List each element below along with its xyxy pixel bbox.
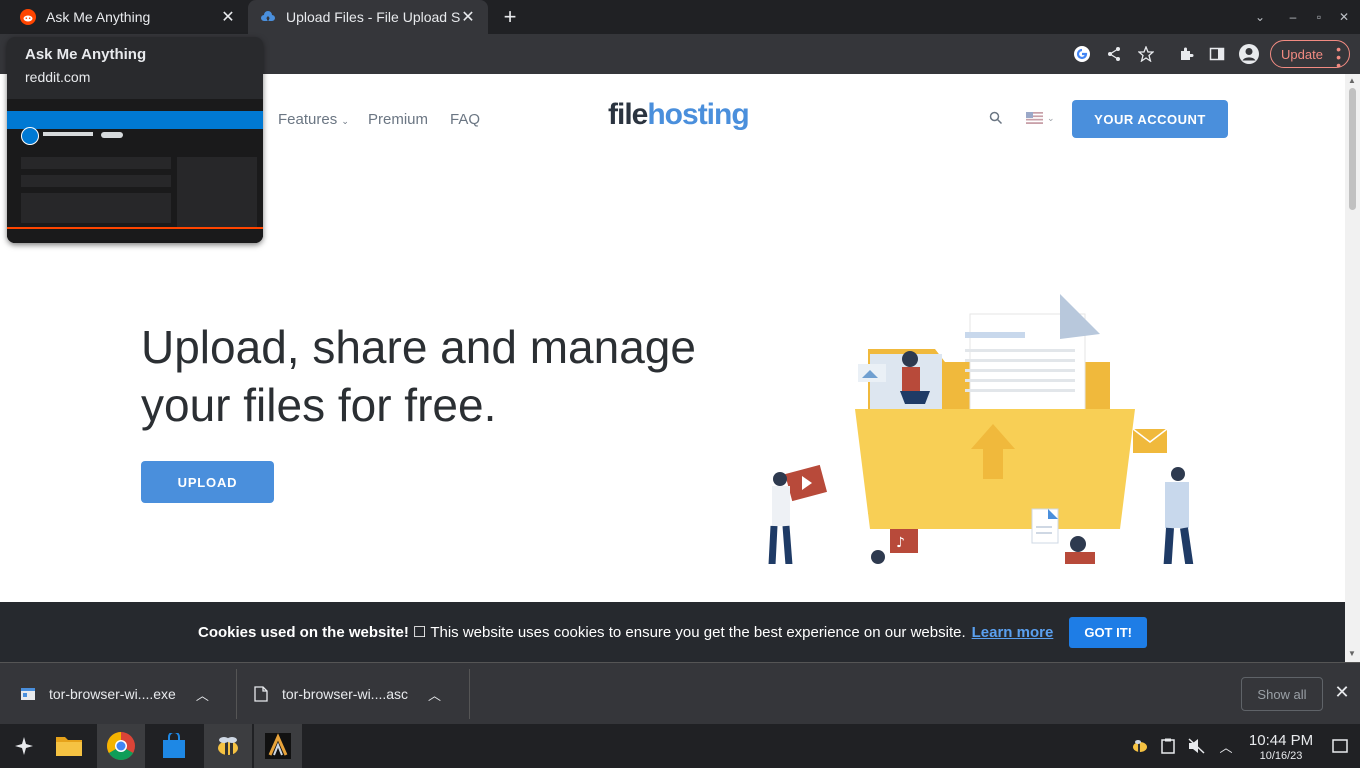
bookmark-star-icon[interactable] xyxy=(1134,42,1158,66)
new-tab-button[interactable]: + xyxy=(498,4,522,30)
maximize-icon[interactable]: ▫ xyxy=(1307,0,1331,34)
divider xyxy=(236,669,237,719)
hover-card-domain: reddit.com xyxy=(25,69,91,85)
doc-icon xyxy=(1031,508,1059,544)
got-it-button[interactable]: GOT IT! xyxy=(1069,616,1147,648)
tab-search-icon[interactable]: ⌄ xyxy=(1248,0,1272,34)
nav-premium[interactable]: Premium xyxy=(368,111,428,128)
store-icon[interactable] xyxy=(150,724,198,768)
clock-date[interactable]: 10/16/23 xyxy=(1244,750,1318,762)
clock-time[interactable]: 10:44 PM xyxy=(1244,732,1318,749)
tab-title: Ask Me Anything xyxy=(46,9,151,25)
chevron-up-icon[interactable]: ︿ xyxy=(428,685,441,704)
cloud-icon xyxy=(261,11,275,21)
page-preview-thumbnail xyxy=(7,99,263,243)
tab-strip: Ask Me Anything ✕ Upload Files - File Up… xyxy=(0,0,1360,34)
mail-icon xyxy=(1132,428,1168,453)
chevron-down-icon: ⌄ xyxy=(1047,112,1055,123)
volume-muted-icon[interactable] xyxy=(1187,736,1207,756)
hover-card-title: Ask Me Anything xyxy=(25,46,147,63)
scroll-thumb[interactable] xyxy=(1349,88,1356,210)
show-desktop-icon[interactable] xyxy=(1330,736,1350,756)
folder-illustration xyxy=(855,294,1135,529)
download-filename: tor-browser-wi....asc xyxy=(282,686,409,702)
exe-file-icon xyxy=(21,688,35,700)
file-manager-icon[interactable] xyxy=(45,724,93,768)
page-scrollbar[interactable]: ▲ ▼ xyxy=(1345,74,1360,662)
terminal-app-icon[interactable] xyxy=(254,724,302,768)
tab-ask-me-anything[interactable]: Ask Me Anything ✕ xyxy=(8,0,248,34)
cookie-heading: Cookies used on the website! xyxy=(197,623,409,641)
app-launcher-icon[interactable] xyxy=(0,724,48,768)
picture-icon xyxy=(858,364,886,382)
logo-part-hosting: hosting xyxy=(647,98,749,131)
download-item[interactable]: tor-browser-wi....asc ︿ xyxy=(254,663,441,725)
chevron-up-icon[interactable]: ︿ xyxy=(1216,736,1236,756)
google-icon[interactable] xyxy=(1070,42,1094,66)
minimize-icon[interactable]: – xyxy=(1281,0,1305,34)
your-account-button[interactable]: YOUR ACCOUNT xyxy=(1072,100,1228,138)
clipboard-icon[interactable] xyxy=(1158,736,1178,756)
divider xyxy=(469,669,470,719)
extensions-icon[interactable] xyxy=(1174,42,1198,66)
svg-text:♪: ♪ xyxy=(896,535,905,551)
cookie-text: This website uses cookies to ensure you … xyxy=(430,623,966,641)
chrome-icon[interactable] xyxy=(97,724,145,768)
search-icon[interactable] xyxy=(989,111,1003,125)
site-logo[interactable]: filehosting xyxy=(608,98,750,132)
us-flag-icon xyxy=(1026,112,1043,124)
language-selector[interactable]: ⌄ xyxy=(1026,112,1055,124)
scroll-up-icon[interactable]: ▲ xyxy=(1348,76,1356,85)
file-icon xyxy=(254,686,268,702)
logo-part-file: file xyxy=(608,98,648,131)
tab-title: Upload Files - File Upload Script xyxy=(286,9,460,25)
update-label: Update xyxy=(1281,46,1323,62)
bee-app-icon[interactable] xyxy=(204,724,252,768)
nav-features[interactable]: Features ⌄ xyxy=(278,111,349,128)
taskbar: ︿ 10:44 PM 10/16/23 xyxy=(0,724,1360,768)
music-icon: ♪ xyxy=(890,529,918,553)
cookie-banner: Cookies used on the website! ☐ This webs… xyxy=(0,602,1345,662)
download-item[interactable]: tor-browser-wi....exe ︿ xyxy=(20,663,209,725)
download-filename: tor-browser-wi....exe xyxy=(49,686,176,702)
reddit-icon xyxy=(20,9,36,25)
hero-illustration: ♪ xyxy=(768,294,1194,564)
hero-title: Upload, share and manage your files for … xyxy=(141,321,696,431)
close-window-icon[interactable]: ✕ xyxy=(1332,0,1356,34)
chevron-up-icon[interactable]: ︿ xyxy=(196,685,209,704)
update-button[interactable]: Update • • • xyxy=(1270,40,1350,72)
nav-faq[interactable]: FAQ xyxy=(450,111,480,128)
scroll-down-icon[interactable]: ▼ xyxy=(1348,649,1356,658)
menu-dots-icon[interactable]: • • • xyxy=(1336,42,1341,72)
close-tab-icon[interactable]: ✕ xyxy=(460,7,476,27)
chevron-down-icon: ⌄ xyxy=(341,116,349,126)
cookie-checkbox[interactable]: ☐ xyxy=(413,623,426,641)
bee-tray-icon[interactable] xyxy=(1130,736,1150,756)
side-panel-icon[interactable] xyxy=(1205,42,1229,66)
video-icon xyxy=(784,464,828,502)
nav-features-label: Features xyxy=(278,111,338,128)
upload-button[interactable]: UPLOAD xyxy=(141,461,274,503)
profile-avatar-icon[interactable] xyxy=(1237,42,1261,66)
tab-hover-card: Ask Me Anything reddit.com xyxy=(7,37,263,243)
close-download-bar-icon[interactable]: ✕ xyxy=(1334,682,1350,704)
tab-upload-files[interactable]: Upload Files - File Upload Script ✕ xyxy=(248,0,488,34)
download-bar: tor-browser-wi....exe ︿ tor-browser-wi..… xyxy=(0,662,1360,724)
share-icon[interactable] xyxy=(1102,42,1126,66)
close-tab-icon[interactable]: ✕ xyxy=(220,7,236,27)
learn-more-link[interactable]: Learn more xyxy=(972,624,1054,641)
show-all-button[interactable]: Show all xyxy=(1241,677,1323,711)
